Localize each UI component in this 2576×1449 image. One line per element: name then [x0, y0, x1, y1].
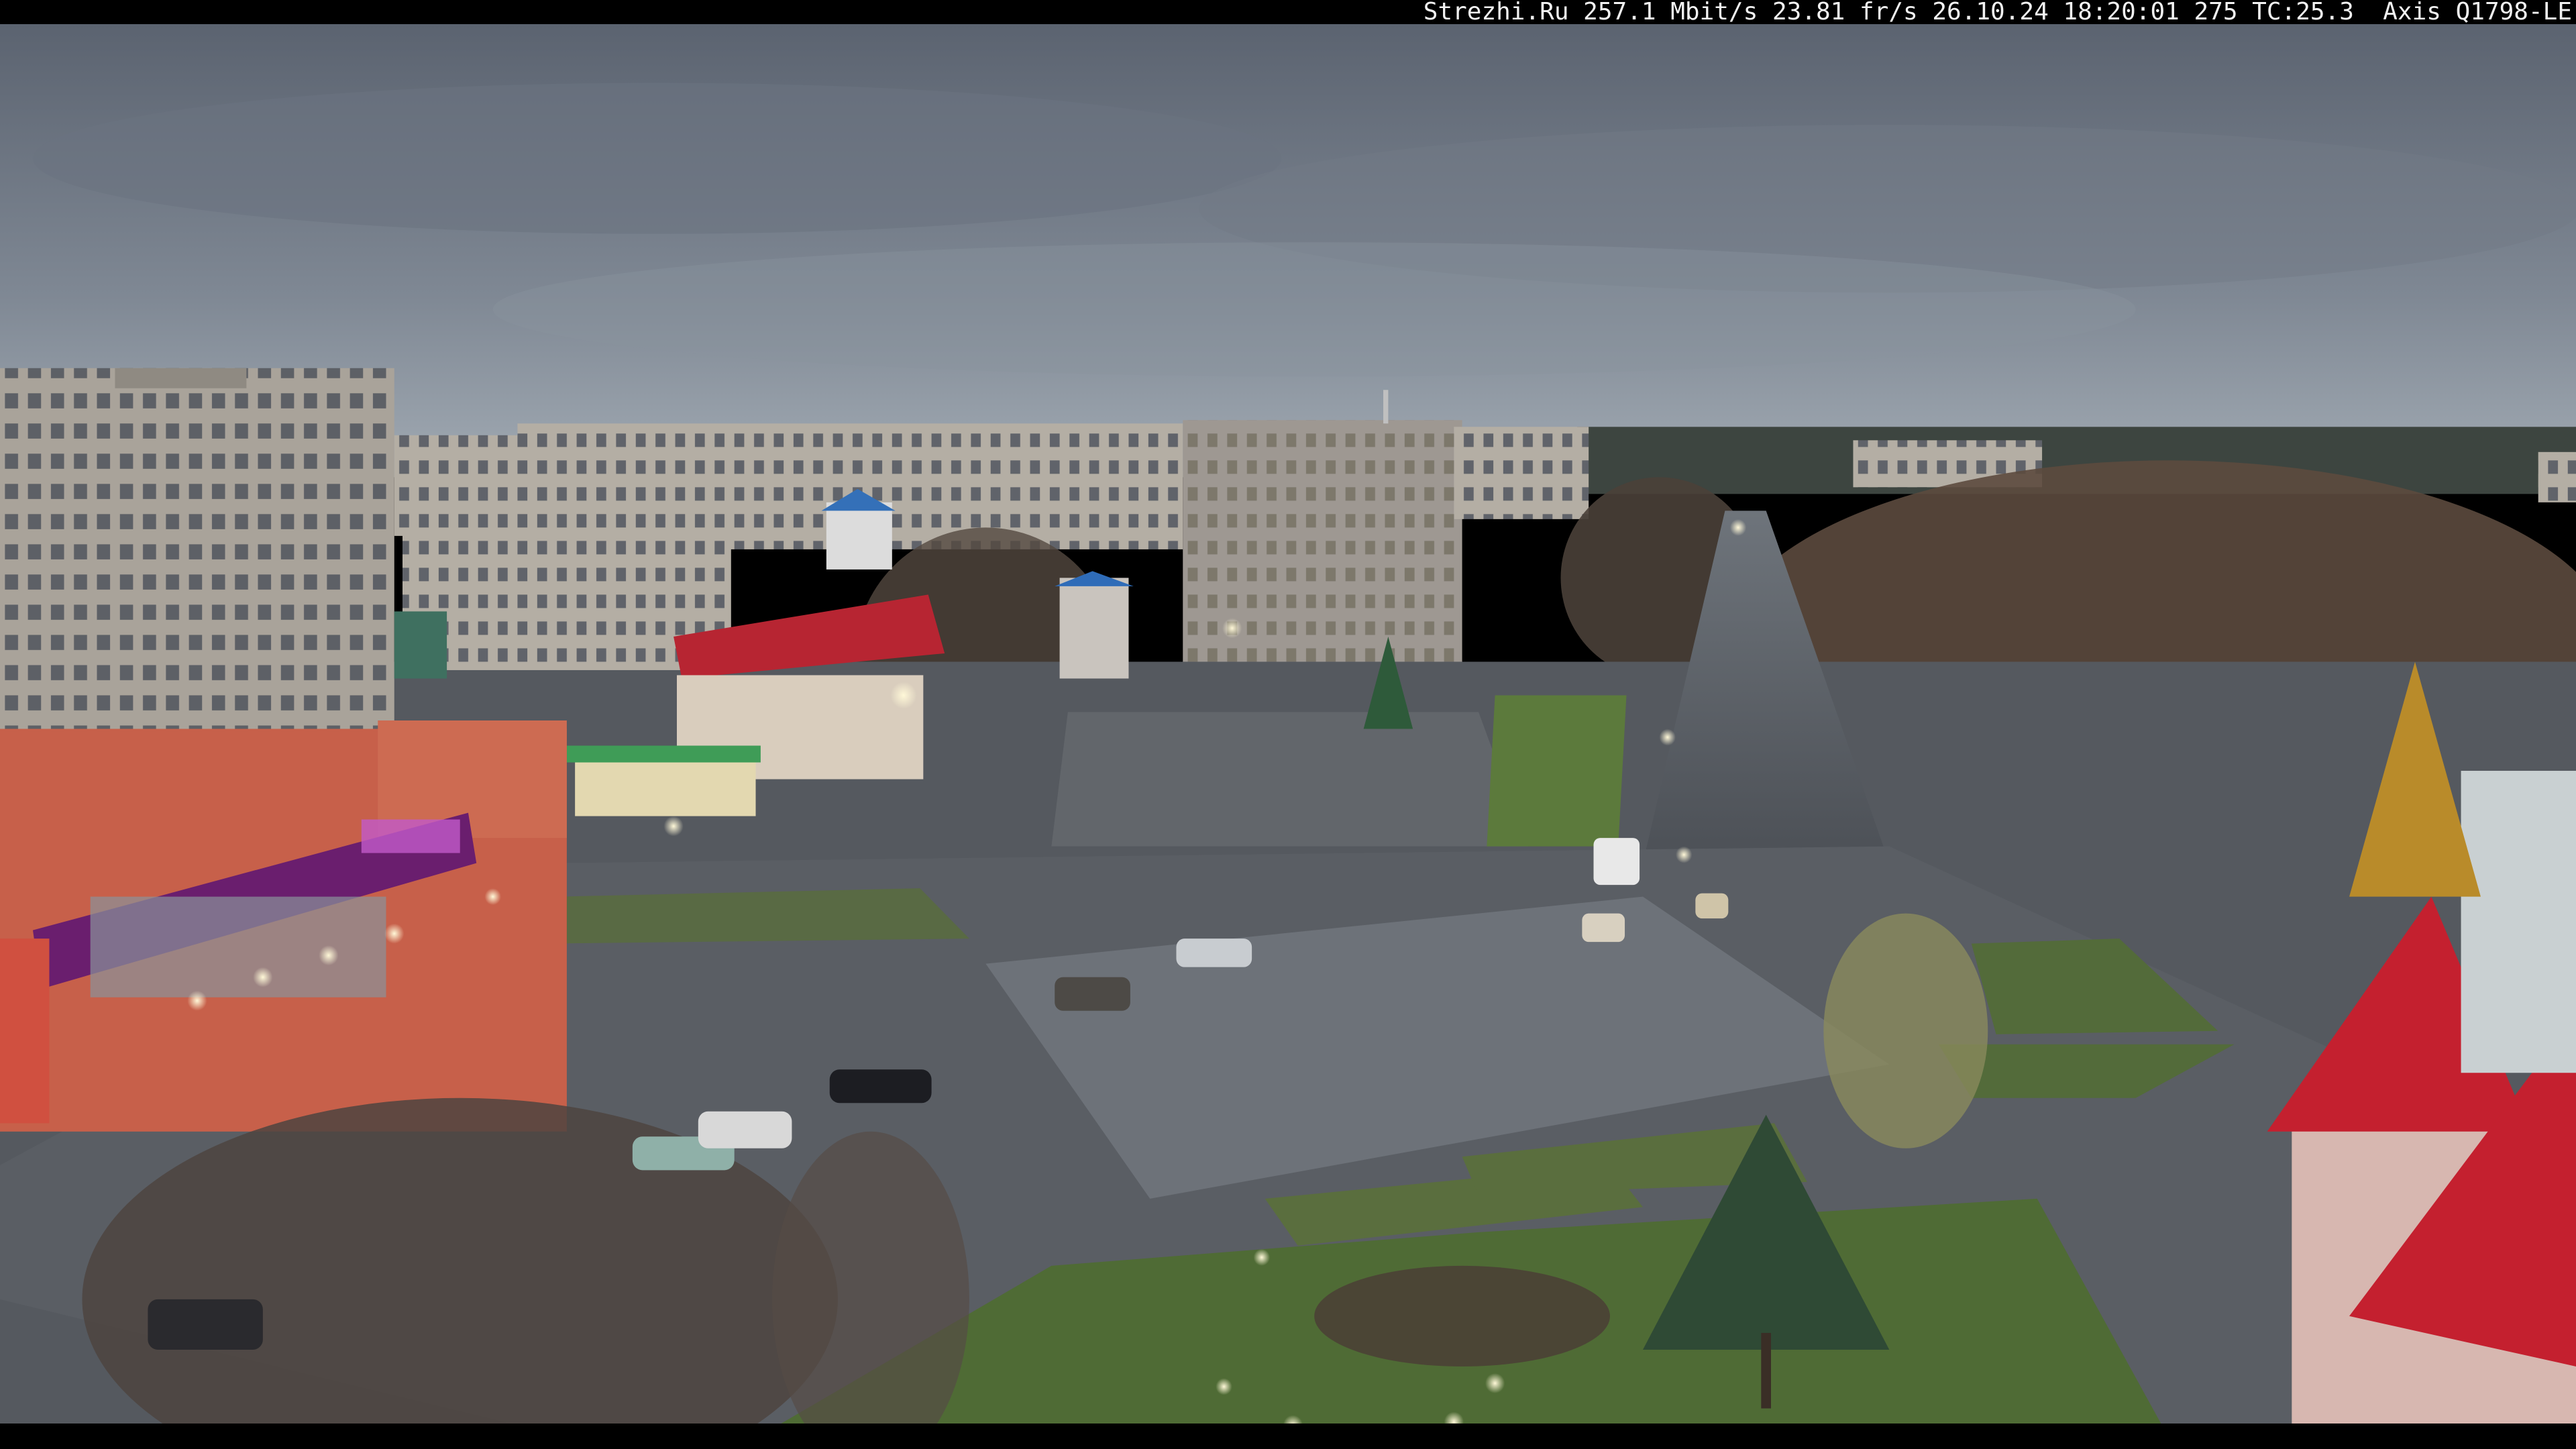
grass-median	[1487, 695, 1627, 847]
small-shop	[575, 757, 756, 816]
grass-lawn-left	[542, 888, 969, 944]
van	[1593, 838, 1640, 885]
street-light	[1253, 1248, 1271, 1266]
city-street-scene	[0, 24, 2576, 1424]
birch-tree	[1823, 913, 1988, 1148]
shrubs	[1314, 1265, 1610, 1366]
blue-tower	[826, 502, 892, 570]
street-light	[1729, 519, 1747, 536]
small-shop-roof	[566, 745, 761, 763]
antenna	[1383, 390, 1389, 424]
car	[829, 1069, 932, 1104]
camera-overlay-text: Strezhi.Ru 257.1 Mbit/s 23.81 fr/s 26.10…	[1419, 0, 2576, 24]
green-house	[394, 611, 447, 679]
red-corner-sign	[0, 938, 50, 1124]
street-light	[319, 945, 339, 966]
car	[1055, 977, 1130, 1011]
camera-frame: Strezhi.Ru 257.1 Mbit/s 23.81 fr/s 26.10…	[0, 0, 2576, 1449]
car	[1695, 893, 1729, 919]
car	[148, 1299, 263, 1350]
store-sign-lit	[361, 819, 460, 853]
street-light	[1485, 1373, 1505, 1393]
street-light	[484, 888, 501, 906]
pine-trunk	[1761, 1332, 1771, 1409]
cloud	[32, 83, 1282, 234]
street-light	[1216, 1378, 1232, 1395]
car-headlights	[1659, 729, 1676, 746]
cloud	[492, 242, 2136, 377]
car	[698, 1111, 792, 1148]
blue-roof-building	[1059, 578, 1129, 679]
car	[1176, 938, 1252, 967]
street-light	[890, 682, 917, 709]
roof-structure	[115, 368, 247, 388]
street-light	[384, 923, 405, 944]
upper-plaza	[1051, 712, 1528, 847]
street-light	[1222, 618, 1242, 639]
shopping-center-glass	[90, 896, 386, 998]
street-light	[663, 816, 684, 837]
apartment-block-far	[394, 435, 526, 536]
street-light	[187, 990, 207, 1011]
tall-apartment-building-wing	[1454, 427, 1589, 519]
street-light	[253, 967, 273, 987]
car	[1582, 913, 1625, 943]
car-headlights	[1675, 846, 1693, 863]
building-right-white	[2461, 771, 2576, 1073]
apartment-block-far	[2538, 451, 2576, 502]
